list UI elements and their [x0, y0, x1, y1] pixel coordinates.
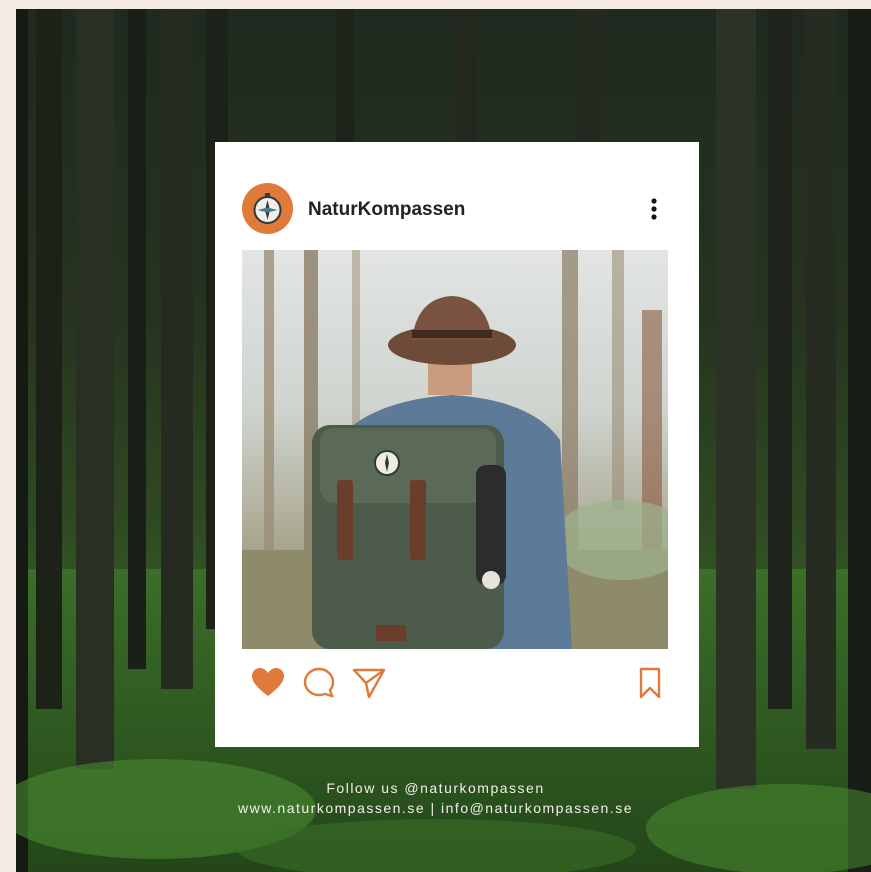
follow-text: Follow us @naturkompassen [326, 780, 545, 796]
compass-icon [253, 193, 282, 224]
comment-icon[interactable] [301, 665, 337, 701]
post-card: NaturKompassen [215, 142, 699, 747]
heart-icon[interactable] [250, 665, 286, 701]
hiker-illustration [242, 250, 668, 649]
avatar[interactable] [242, 183, 293, 234]
post-username[interactable]: NaturKompassen [308, 199, 465, 221]
contact-text[interactable]: www.naturkompassen.se | info@naturkompas… [0, 800, 871, 816]
post-actions [215, 665, 699, 705]
post-photo [242, 250, 668, 649]
bookmark-icon[interactable] [632, 665, 668, 701]
send-icon[interactable] [351, 665, 387, 701]
more-vertical-icon[interactable] [647, 197, 661, 223]
